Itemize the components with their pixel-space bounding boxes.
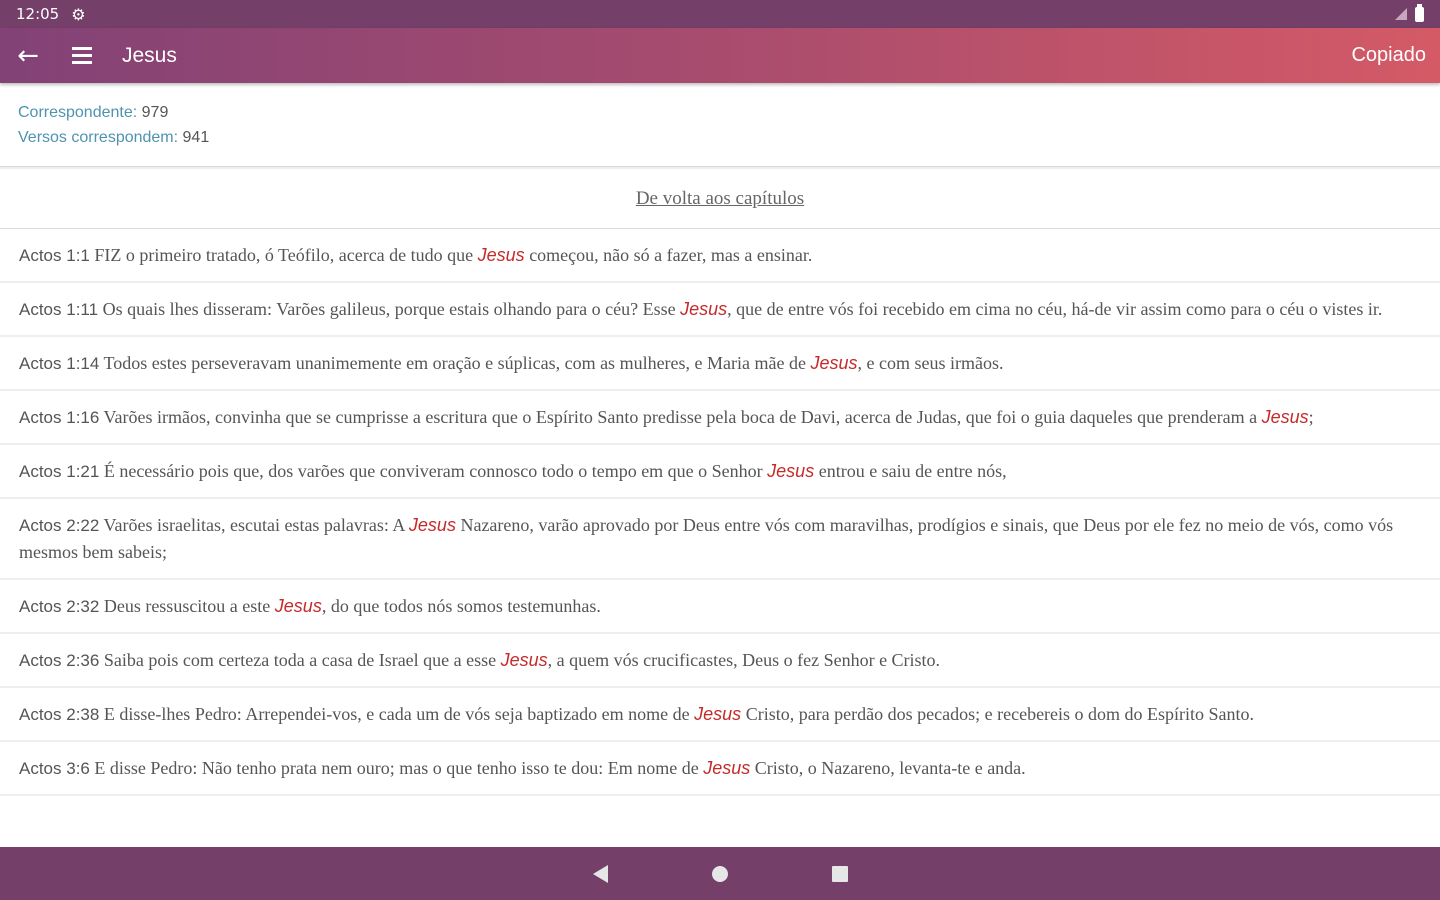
verse-text: começou, não só a fazer, mas a ensinar. (524, 245, 813, 265)
verse-text: , do que todos nós somos testemunhas. (321, 596, 601, 616)
verse-text: Cristo, o Nazareno, levanta-te e anda. (750, 758, 1026, 778)
verse-text: Saiba pois com certeza toda a casa de Is… (103, 650, 501, 670)
verse-item[interactable]: Actos 2:38 E disse-lhes Pedro: Arrepende… (0, 688, 1440, 742)
verse-item[interactable]: Actos 3:6 E disse Pedro: Não tenho prata… (0, 742, 1440, 796)
verse-item[interactable]: Actos 1:14 Todos estes perseveravam unan… (0, 337, 1440, 391)
verse-reference: Actos 1:1 (19, 246, 90, 265)
verse-text: , a quem vós crucificastes, Deus o fez S… (547, 650, 941, 670)
verse-text: ; (1308, 407, 1314, 427)
verse-highlight: Jesus (703, 758, 751, 778)
menu-button[interactable] (56, 28, 108, 83)
status-bar: 12:05 ⚙ (0, 0, 1440, 28)
back-to-chapters-link[interactable]: De volta aos capítulos (636, 188, 804, 210)
verse-highlight: Jesus (694, 704, 742, 724)
verse-reference: Actos 1:21 (19, 462, 100, 481)
status-icons (1395, 3, 1424, 22)
verse-highlight: Jesus (680, 299, 728, 319)
verse-text: Todos estes perseveravam unanimemente em… (103, 353, 811, 373)
search-stats: Correspondente: 979 Versos correspondem:… (0, 83, 1440, 167)
verse-text: , e com seus irmãos. (857, 353, 1004, 373)
arrow-left-icon: ← (17, 40, 39, 71)
verse-highlight: Jesus (408, 515, 456, 535)
verse-text: FIZ o primeiro tratado, ó Teófilo, acerc… (94, 245, 478, 265)
verse-item[interactable]: Actos 2:22 Varões israelitas, escutai es… (0, 499, 1440, 580)
triangle-back-icon[interactable] (592, 864, 608, 883)
verse-reference: Actos 3:6 (19, 759, 90, 778)
verse-reference: Actos 2:38 (19, 705, 100, 724)
battery-icon (1415, 3, 1424, 22)
hamburger-menu-icon (72, 47, 92, 64)
matches-value: 979 (141, 104, 169, 121)
matches-count: Correspondente: 979 (18, 100, 1422, 125)
copy-button[interactable]: Copiado (1351, 44, 1426, 67)
verse-highlight: Jesus (500, 650, 548, 670)
verse-item[interactable]: Actos 1:21 É necessário pois que, dos va… (0, 445, 1440, 499)
verse-text: Cristo, para perdão dos pecados; e receb… (741, 704, 1255, 724)
verse-text: Deus ressuscitou a este (103, 596, 275, 616)
verse-list: Actos 1:1 FIZ o primeiro tratado, ó Teóf… (0, 229, 1440, 847)
verse-reference: Actos 1:14 (19, 354, 100, 373)
verse-text: E disse Pedro: Não tenho prata nem ouro;… (94, 758, 704, 778)
app-bar: ← Jesus Copiado (0, 28, 1440, 83)
verse-highlight: Jesus (810, 353, 858, 373)
signal-icon (1395, 8, 1407, 20)
verse-text: , que de entre vós foi recebido em cima … (727, 299, 1383, 319)
verse-reference: Actos 2:36 (19, 651, 100, 670)
verses-label: Versos correspondem: (18, 129, 179, 146)
verse-text: E disse-lhes Pedro: Arrependei-vos, e ca… (103, 704, 695, 724)
verses-count: Versos correspondem: 941 (18, 125, 1422, 150)
status-time: 12:05 (16, 5, 60, 23)
matches-label: Correspondente: (18, 104, 138, 121)
verse-text: Os quais lhes disseram: Varões galileus,… (102, 299, 681, 319)
verse-item[interactable]: Actos 1:11 Os quais lhes disseram: Varõe… (0, 283, 1440, 337)
gear-icon: ⚙ (71, 4, 86, 24)
back-button[interactable]: ← (0, 28, 56, 83)
verse-highlight: Jesus (1261, 407, 1309, 427)
verse-highlight: Jesus (274, 596, 322, 616)
verse-text: Varões israelitas, escutai estas palavra… (103, 515, 409, 535)
verse-reference: Actos 2:32 (19, 597, 100, 616)
verse-text: entrou e saiu de entre nós, (814, 461, 1007, 481)
page-title: Jesus (122, 43, 177, 67)
verse-text: Varões irmãos, convinha que se cumprisse… (103, 407, 1262, 427)
verse-reference: Actos 1:16 (19, 408, 100, 427)
square-recents-icon[interactable] (831, 865, 848, 882)
verse-highlight: Jesus (477, 245, 525, 265)
verse-reference: Actos 1:11 (19, 300, 99, 319)
system-nav-bar (0, 847, 1440, 900)
back-to-chapters-row: De volta aos capítulos (0, 167, 1440, 229)
verse-text: É necessário pois que, dos varões que co… (103, 461, 768, 481)
verse-item[interactable]: Actos 2:32 Deus ressuscitou a este Jesus… (0, 580, 1440, 634)
verses-value: 941 (182, 129, 210, 146)
verse-item[interactable]: Actos 2:36 Saiba pois com certeza toda a… (0, 634, 1440, 688)
circle-home-icon[interactable] (711, 865, 728, 882)
verse-highlight: Jesus (767, 461, 815, 481)
verse-reference: Actos 2:22 (19, 516, 100, 535)
verse-item[interactable]: Actos 1:16 Varões irmãos, convinha que s… (0, 391, 1440, 445)
verse-item[interactable]: Actos 1:1 FIZ o primeiro tratado, ó Teóf… (0, 229, 1440, 283)
